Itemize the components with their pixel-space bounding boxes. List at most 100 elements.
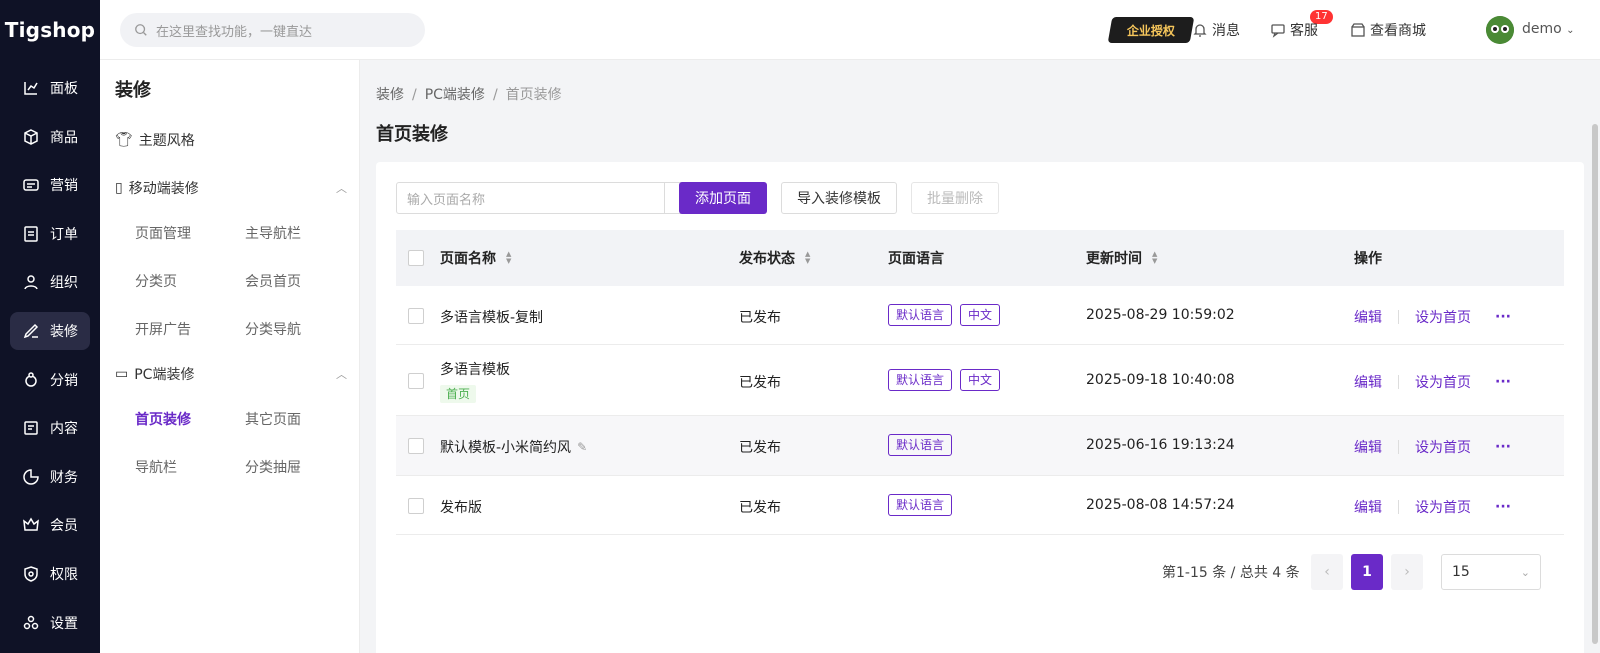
edit-link[interactable]: 编辑 (1354, 437, 1382, 457)
prev-page-button[interactable]: ‹ (1311, 554, 1343, 590)
next-page-button[interactable]: › (1391, 554, 1423, 590)
more-actions-icon[interactable]: ··· (1495, 499, 1511, 515)
page-name[interactable]: 默认模板-小米简约风 (440, 437, 571, 457)
nav-item[interactable]: 商品 (10, 118, 90, 156)
nav-item-label: 权限 (50, 567, 78, 583)
crown-icon (23, 517, 39, 532)
page-name-search-input[interactable]: 输入页面名称 (396, 182, 665, 214)
sidebar-item-main-nav[interactable]: 主导航栏 (245, 223, 301, 243)
select-all-checkbox[interactable] (408, 250, 424, 266)
row-actions: 编辑 设为首页 ··· (1354, 497, 1511, 517)
col-updated[interactable]: 更新时间 ▲ ▼ (1086, 248, 1157, 268)
nav-item-label: 组织 (50, 275, 78, 292)
breadcrumb-item[interactable]: PC端装修 (425, 87, 485, 103)
chevron-up-icon[interactable]: ︿ (336, 366, 347, 382)
nav-item[interactable]: 财务 (10, 458, 90, 496)
chevron-up-icon[interactable]: ︿ (336, 180, 347, 196)
global-search-input[interactable]: 在这里查找功能，一键直达 (120, 13, 425, 47)
language-tag: 默认语言 (888, 434, 953, 456)
nav-item[interactable]: 会员 (10, 506, 90, 544)
sidebar-item-category-drawer[interactable]: 分类抽屉 (245, 457, 301, 477)
nav-item[interactable]: 分销 (10, 361, 90, 399)
pagination-info: 第1-15 条 / 总共 4 条 (1162, 565, 1300, 581)
sidebar-group-mobile[interactable]: ▯ 移动端装修 (115, 178, 199, 198)
language-tag: 中文 (960, 368, 1001, 391)
language-tag: 默认语言 (888, 368, 953, 391)
sort-icon[interactable]: ▲ ▼ (805, 251, 810, 265)
publish-status: 已发布 (739, 440, 781, 456)
nav-item-label: 内容 (50, 421, 78, 438)
sort-icon[interactable]: ▲ ▼ (506, 251, 511, 265)
view-store-button[interactable]: 查看商城 (1350, 20, 1426, 40)
page-size-select[interactable]: 15 ⌄ (1441, 554, 1541, 590)
sidebar-item-other-pages[interactable]: 其它页面 (245, 409, 301, 429)
col-status[interactable]: 发布状态 ▲ ▼ (739, 248, 810, 268)
table-row: 默认模板-小米简约风 ✎ 已发布 默认语言 2025-06-16 19:13:24 编辑 设… (396, 416, 1564, 476)
page-name[interactable]: 发布版 (440, 497, 482, 517)
monitor-icon: ▭ (115, 366, 129, 382)
breadcrumb-item[interactable]: 装修 (376, 87, 404, 103)
row-checkbox[interactable] (408, 307, 424, 324)
bell-icon (1193, 24, 1207, 37)
nav-item[interactable]: 订单 (10, 215, 90, 253)
row-checkbox[interactable] (408, 372, 424, 389)
edit-link[interactable]: 编辑 (1354, 497, 1382, 517)
enterprise-auth-badge[interactable]: 企业授权 (1107, 17, 1195, 43)
scrollbar-thumb[interactable] (1592, 124, 1598, 644)
page-name[interactable]: 多语言模板-复制 (440, 307, 543, 327)
nav-item[interactable]: 组织 (10, 263, 90, 301)
set-home-link[interactable]: 设为首页 (1415, 372, 1471, 392)
sidebar-item-member-home[interactable]: 会员首页 (245, 271, 301, 291)
sidebar-item-category-page[interactable]: 分类页 (135, 271, 177, 291)
main-content: 装修 / PC端装修 / 首页装修 首页装修 输入页面名称 添加页面 导入装修模板 批量… (360, 60, 1600, 653)
nav-item[interactable]: 内容 (10, 409, 90, 447)
sidebar-item-category-nav[interactable]: 分类导航 (245, 319, 301, 339)
batch-delete-button[interactable]: 批量删除 (911, 182, 999, 214)
top-bar: 在这里查找功能，一键直达 企业授权 17 消息 客服 查看商城 demo ⌄ (100, 0, 1600, 60)
row-checkbox[interactable] (408, 497, 424, 514)
more-actions-icon[interactable]: ··· (1495, 374, 1511, 390)
sidebar-item-page-manage[interactable]: 页面管理 (135, 223, 191, 243)
brand-logo[interactable]: Tigshop (0, 0, 100, 60)
nav-item[interactable]: 权限 (10, 555, 90, 593)
avatar[interactable] (1486, 16, 1514, 44)
messages-label: 消息 (1212, 23, 1240, 39)
edit-pencil-icon[interactable]: ✎ (577, 440, 587, 454)
messages-button[interactable]: 消息 (1192, 20, 1240, 40)
row-checkbox[interactable] (408, 438, 424, 454)
app-root: Tigshop 面板 商品 营销 订单 组织 装修 分销 内容 财务 会员 权限 设置 在这里查找功能… (0, 0, 1600, 653)
sidebar-item-theme[interactable]: 👕︎ 主题风格 (115, 130, 195, 150)
sidebar-item-home-decoration[interactable]: 首页装修 (135, 409, 191, 429)
user-menu[interactable]: demo ⌄ (1522, 21, 1575, 37)
language-tag: 中文 (960, 303, 1001, 326)
store-icon (1351, 23, 1365, 37)
nav-item[interactable]: 营销 (10, 166, 90, 204)
sidebar-item-splash-ad[interactable]: 开屏广告 (135, 319, 191, 339)
nav-item[interactable]: 装修 (10, 312, 90, 350)
mobile-icon: ▯ (115, 180, 123, 196)
page-button-current[interactable]: 1 (1351, 554, 1383, 590)
edit-link[interactable]: 编辑 (1354, 372, 1382, 392)
more-actions-icon[interactable]: ··· (1495, 439, 1511, 455)
sidebar-group-pc[interactable]: ▭ PC端装修 (115, 364, 194, 384)
customer-service-button[interactable]: 客服 (1270, 20, 1318, 40)
nav-item[interactable]: 面板 (10, 69, 90, 107)
sidebar-item-navbar[interactable]: 导航栏 (135, 457, 177, 477)
page-scrollbar[interactable] (1590, 60, 1600, 653)
import-template-button[interactable]: 导入装修模板 (781, 182, 897, 214)
col-page-name[interactable]: 页面名称 ▲ ▼ (440, 248, 511, 268)
add-page-button[interactable]: 添加页面 (679, 182, 767, 214)
sort-icon[interactable]: ▲ ▼ (1152, 251, 1157, 265)
page-name[interactable]: 多语言模板 (440, 359, 510, 379)
language-tags: 默认语言 中文 (888, 303, 1008, 326)
edit-link[interactable]: 编辑 (1354, 307, 1382, 327)
more-actions-icon[interactable]: ··· (1495, 309, 1511, 325)
set-home-link[interactable]: 设为首页 (1415, 437, 1471, 457)
set-home-link[interactable]: 设为首页 (1415, 307, 1471, 327)
set-home-link[interactable]: 设为首页 (1415, 497, 1471, 517)
language-tags: 默认语言 (888, 493, 960, 516)
left-nav: Tigshop 面板商品营销订单组织装修分销内容财务会员权限设置 (0, 0, 100, 653)
updated-time: 2025-06-16 19:13:24 (1086, 437, 1235, 453)
search-placeholder: 输入页面名称 (407, 192, 486, 208)
nav-item[interactable]: 设置 (10, 604, 90, 642)
